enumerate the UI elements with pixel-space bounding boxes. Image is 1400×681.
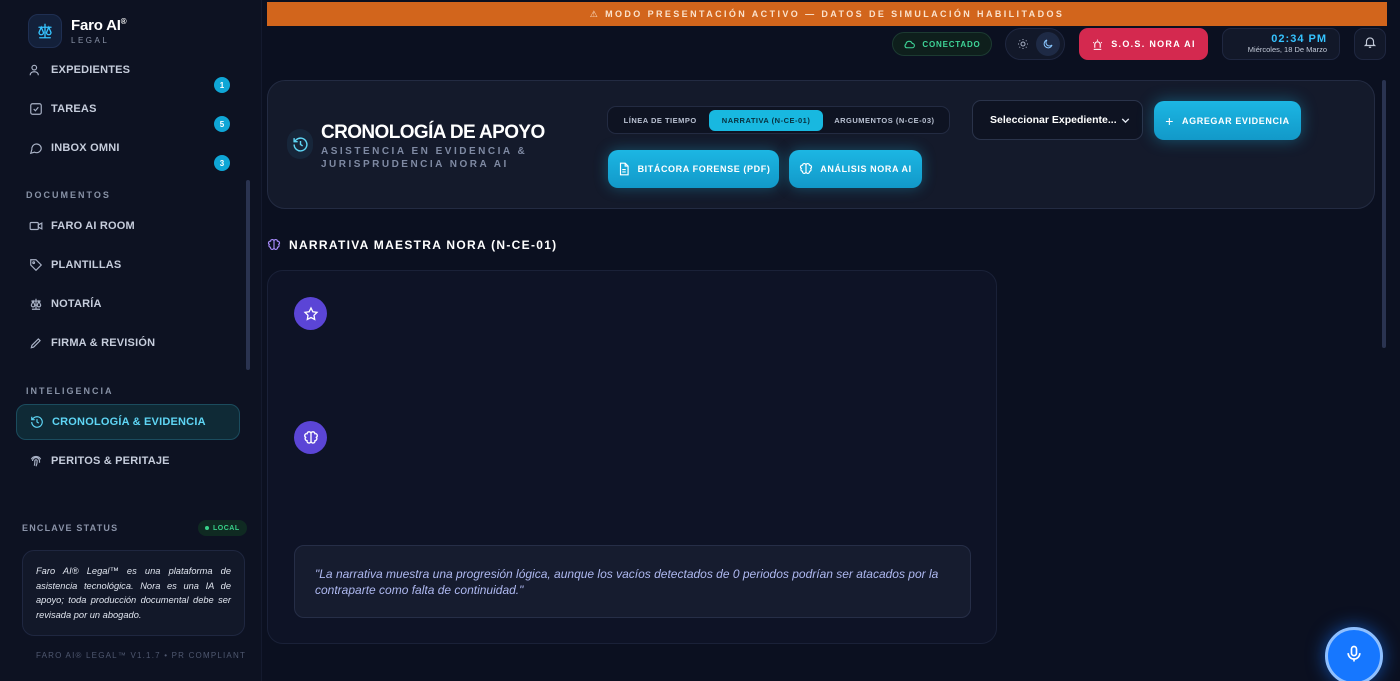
section-label-inteligencia: INTELIGENCIA: [26, 386, 114, 396]
history-icon: [30, 415, 44, 429]
view-tabs: LÍNEA DE TIEMPO NARRATIVA (N-CE-01) ARGU…: [607, 106, 950, 134]
page-title: CRONOLOGÍA DE APOYO: [321, 122, 545, 143]
clock-date: Miércoles, 18 De Marzo: [1247, 45, 1327, 54]
expediente-select[interactable]: Seleccionar Expediente...: [972, 100, 1143, 140]
fingerprint-icon: [29, 454, 43, 468]
sidebar-item-tareas[interactable]: TAREAS: [16, 91, 240, 127]
sidebar-item-label: FARO AI ROOM: [51, 220, 135, 232]
brain-icon: [799, 162, 813, 176]
moon-icon[interactable]: [1035, 32, 1060, 56]
clock-time: 02:34 PM: [1271, 33, 1327, 45]
narrative-heading: NARRATIVA MAESTRA NORA (N-CE-01): [267, 238, 557, 252]
sidebar-item-label: PLANTILLAS: [51, 259, 122, 271]
sidebar-item-cronologia-evidencia[interactable]: CRONOLOGÍA & EVIDENCIA: [16, 404, 240, 440]
sidebar-item-label: TAREAS: [51, 103, 97, 115]
sidebar-item-label: EXPEDIENTES: [51, 64, 131, 76]
sidebar-item-label: NOTARÍA: [51, 298, 102, 310]
pen-icon: [29, 336, 43, 350]
chevron-down-icon: [1119, 114, 1132, 127]
sidebar-item-label: PERITOS & PERITAJE: [51, 455, 170, 467]
sidebar-item-label: INBOX OMNI: [51, 142, 120, 154]
sidebar-item-notaria[interactable]: NOTARÍA: [16, 286, 240, 322]
sos-nora-button[interactable]: S.O.S. NORA AI: [1079, 28, 1208, 60]
sidebar: Faro AI® LEGAL EXPEDIENTES 1 TAREAS 5 IN…: [0, 0, 262, 681]
tab-argumentos[interactable]: ARGUMENTOS (N-CE-03): [823, 110, 946, 131]
status-dot-icon: [205, 526, 209, 530]
version-label: FARO AI® LEGAL™ V1.1.7 • PR COMPLIANT: [36, 651, 247, 660]
presentation-mode-banner: ⚠ MODO PRESENTACIÓN ACTIVO — DATOS DE SI…: [267, 2, 1387, 26]
sidebar-item-plantillas[interactable]: PLANTILLAS: [16, 247, 240, 283]
sun-icon[interactable]: [1011, 32, 1035, 56]
page-scrollbar[interactable]: [1382, 80, 1386, 348]
sidebar-item-inbox-omni[interactable]: INBOX OMNI: [16, 130, 240, 166]
tag-icon: [29, 258, 43, 272]
connection-status: CONECTADO: [892, 32, 992, 56]
tab-linea-de-tiempo[interactable]: LÍNEA DE TIEMPO: [611, 110, 709, 131]
video-icon: [29, 219, 43, 233]
tab-narrativa[interactable]: NARRATIVA (N-CE-01): [709, 109, 823, 131]
sidebar-item-label: FIRMA & REVISIÓN: [51, 337, 156, 349]
sidebar-scrollbar[interactable]: [246, 180, 250, 370]
plus-icon: +: [1165, 112, 1175, 129]
sidebar-item-firma-revision[interactable]: FIRMA & REVISIÓN: [16, 325, 240, 361]
notifications-button[interactable]: [1354, 28, 1386, 60]
bitacora-forense-button[interactable]: BITÁCORA FORENSE (PDF): [608, 150, 779, 188]
enclave-status-label: ENCLAVE STATUS: [22, 523, 119, 533]
clock-widget: 02:34 PM Miércoles, 18 De Marzo: [1222, 28, 1340, 60]
cloud-icon: [903, 38, 916, 51]
analisis-nora-button[interactable]: ANÁLISIS NORA AI: [789, 150, 922, 188]
sidebar-item-label: CRONOLOGÍA & EVIDENCIA: [52, 416, 206, 428]
scale-logo-icon: [28, 14, 62, 48]
section-label-documentos: DOCUMENTOS: [26, 190, 111, 200]
enclave-status-badge: LOCAL: [198, 520, 247, 536]
microphone-icon: [1344, 644, 1364, 669]
disclaimer-card: Faro AI® Legal™ es una plataforma de asi…: [22, 550, 245, 636]
sidebar-item-faro-ai-room[interactable]: FARO AI ROOM: [16, 208, 240, 244]
nora-analysis-quote: "La narrativa muestra una progresión lóg…: [294, 545, 971, 618]
brand[interactable]: Faro AI® LEGAL: [28, 14, 127, 48]
voice-assistant-button[interactable]: [1325, 627, 1383, 681]
star-icon: [294, 297, 327, 330]
siren-icon: [1091, 38, 1104, 51]
check-square-icon: [29, 102, 43, 116]
document-icon: [617, 162, 631, 176]
brain-icon: [294, 421, 327, 454]
brain-icon: [267, 238, 281, 252]
users-icon: [29, 63, 43, 77]
brand-name: Faro AI®: [71, 17, 127, 34]
brand-subtitle: LEGAL: [71, 36, 110, 45]
history-icon: [287, 129, 313, 159]
count-badge: 3: [214, 155, 230, 171]
sidebar-item-expedientes[interactable]: EXPEDIENTES: [16, 52, 240, 88]
scale-icon: [29, 297, 43, 311]
theme-toggle: [1005, 28, 1065, 60]
add-evidence-button[interactable]: + AGREGAR EVIDENCIA: [1154, 101, 1301, 140]
page-subtitle: ASISTENCIA EN EVIDENCIA & JURISPRUDENCIA…: [321, 146, 528, 170]
bell-icon: [1363, 35, 1377, 54]
chat-icon: [29, 141, 43, 155]
sidebar-item-peritos-peritaje[interactable]: PERITOS & PERITAJE: [16, 443, 240, 479]
